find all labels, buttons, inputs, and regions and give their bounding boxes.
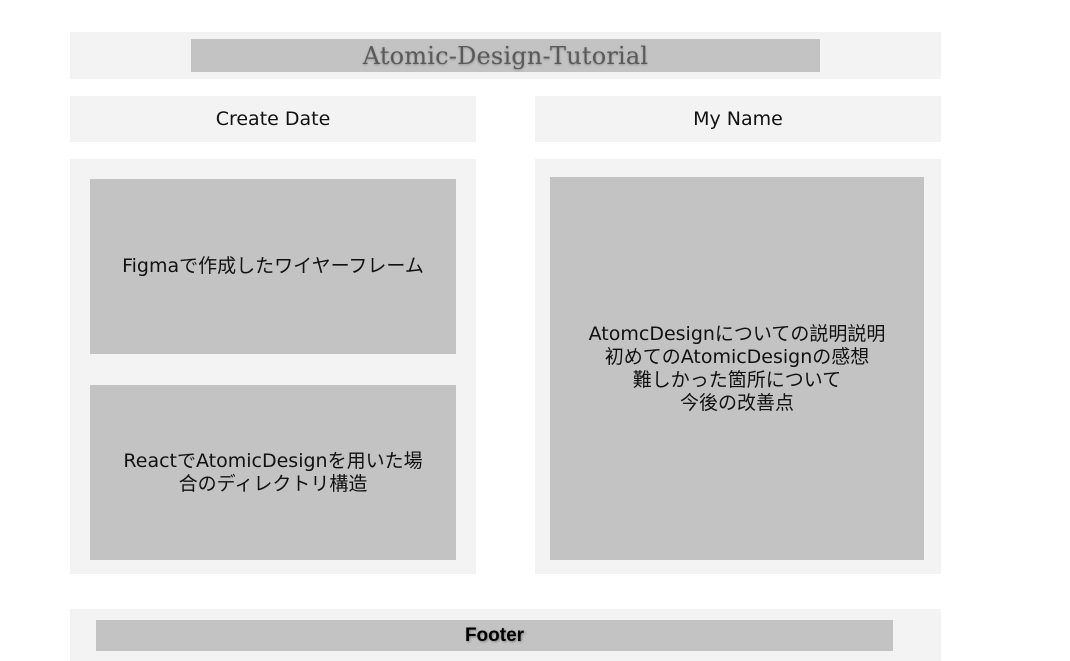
react-directory-text: ReactでAtomicDesignを用いた場 合のディレクトリ構造 [123, 450, 422, 496]
footer-label: Footer [464, 624, 525, 646]
page-title: Atomic-Design-Tutorial [362, 41, 649, 70]
summary-line: 初めてのAtomicDesignの感想 [604, 345, 870, 368]
my-name-label: My Name [693, 108, 783, 130]
figma-wireframe-text: Figmaで作成したワイヤーフレーム [122, 255, 424, 278]
react-directory-line: ReactでAtomicDesignを用いた場 [123, 449, 423, 472]
create-date-panel: Create Date [70, 96, 476, 142]
header: Atomic-Design-Tutorial [70, 32, 941, 79]
create-date-label: Create Date [215, 108, 331, 130]
summary-line: 難しかった箇所について [632, 368, 842, 391]
summary-line: 今後の改善点 [679, 391, 794, 414]
react-directory-block: ReactでAtomicDesignを用いた場 合のディレクトリ構造 [90, 385, 456, 560]
footer-bar: Footer [96, 620, 893, 651]
title-bar: Atomic-Design-Tutorial [191, 39, 820, 72]
figma-wireframe-block: Figmaで作成したワイヤーフレーム [90, 179, 456, 354]
right-content-panel: AtomcDesignについての説明説明 初めてのAtomicDesignの感想… [535, 159, 941, 574]
left-content-panel: Figmaで作成したワイヤーフレーム ReactでAtomicDesignを用い… [70, 159, 476, 574]
figma-wireframe-line: Figmaで作成したワイヤーフレーム [122, 255, 424, 277]
my-name-panel: My Name [535, 96, 941, 142]
summary-text: AtomcDesignについての説明説明 初めてのAtomicDesignの感想… [589, 323, 886, 415]
atomic-design-summary-block: AtomcDesignについての説明説明 初めてのAtomicDesignの感想… [550, 177, 924, 560]
react-directory-line: 合のディレクトリ構造 [178, 472, 368, 495]
footer: Footer [70, 609, 941, 661]
summary-line: AtomcDesignについての説明説明 [588, 322, 886, 345]
